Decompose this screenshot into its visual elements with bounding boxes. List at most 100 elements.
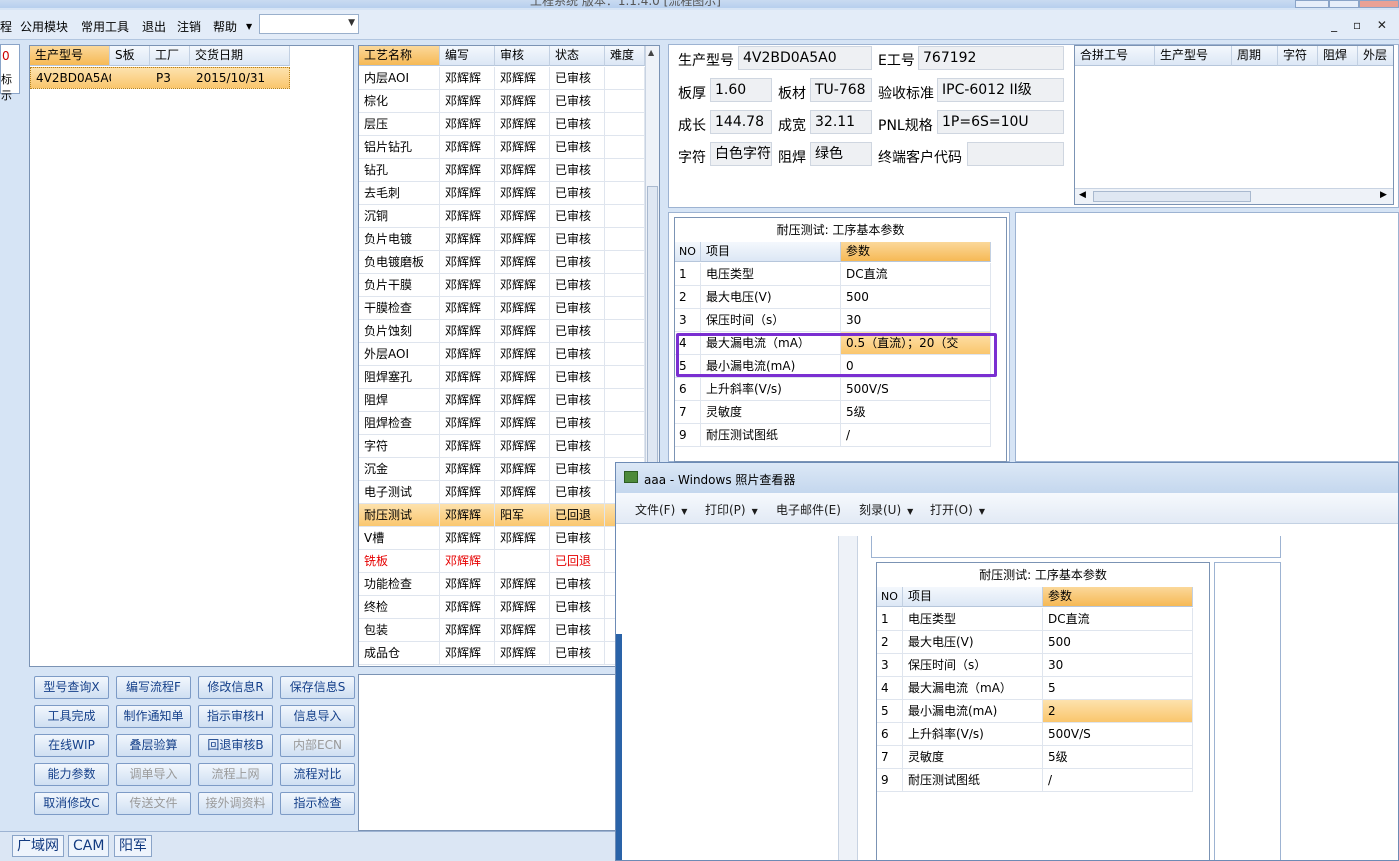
viewer-menu-burn[interactable]: 刻录(U) ▼: [859, 501, 913, 518]
action-button-14[interactable]: 流程上网: [198, 763, 273, 786]
status-tab-cam[interactable]: CAM: [68, 835, 110, 857]
action-button-9[interactable]: 叠层验算: [116, 734, 191, 757]
table-row[interactable]: 4 最大漏电流（mA） 5: [877, 677, 1193, 700]
param-header-no[interactable]: NO: [675, 242, 701, 262]
table-row[interactable]: 层压 邓辉辉 邓辉辉 已审核: [359, 113, 645, 136]
merge-header-outer[interactable]: 外层: [1358, 46, 1393, 66]
action-button-15[interactable]: 流程对比: [280, 763, 355, 786]
table-row[interactable]: 铝片钻孔 邓辉辉 邓辉辉 已审核: [359, 136, 645, 159]
status-tab-user[interactable]: 阳军: [114, 835, 152, 857]
field-model[interactable]: 4V2BD0A5A0: [738, 46, 872, 70]
action-button-11[interactable]: 内部ECN: [280, 734, 355, 757]
field-e-number[interactable]: 767192: [918, 46, 1064, 70]
field-silk[interactable]: 白色字符: [710, 142, 772, 166]
table-row[interactable]: 2 最大电压(V) 500: [675, 286, 991, 309]
merge-header-cycle[interactable]: 周期: [1232, 46, 1278, 66]
merge-header-silk[interactable]: 字符: [1278, 46, 1318, 66]
table-row[interactable]: 包装 邓辉辉 邓辉辉 已审核: [359, 619, 645, 642]
viewer-menu-email[interactable]: 电子邮件(E): [776, 501, 841, 518]
viewer-title-bar[interactable]: aaa - Windows 照片查看器: [616, 463, 1398, 493]
table-row[interactable]: 7 灵敏度 5级: [877, 746, 1193, 769]
merge-header-job[interactable]: 合拼工号: [1075, 46, 1155, 66]
field-mask[interactable]: 绿色: [810, 142, 872, 166]
action-button-3[interactable]: 保存信息S: [280, 676, 355, 699]
table-row[interactable]: 5 最小漏电流(mA) 2: [877, 700, 1193, 723]
table-row[interactable]: 3 保压时间（s） 30: [675, 309, 991, 332]
field-pnl[interactable]: 1P=6S=10U: [937, 110, 1064, 134]
action-button-2[interactable]: 修改信息R: [198, 676, 273, 699]
table-row[interactable]: 9 耐压测试图纸 /: [877, 769, 1193, 792]
menu-item-common-tools[interactable]: 常用工具: [81, 18, 129, 35]
viewer-image-area[interactable]: 耐压测试: 工序基本参数 NO 项目 参数 1 电压类型 DC直流 2 最大电压(V) 5…: [616, 524, 1398, 860]
order-header-factory[interactable]: 工厂: [150, 46, 190, 66]
table-row[interactable]: 字符 邓辉辉 邓辉辉 已审核: [359, 435, 645, 458]
table-row[interactable]: 干膜检查 邓辉辉 邓辉辉 已审核: [359, 297, 645, 320]
menu-item-public-module[interactable]: 公用模块: [20, 18, 68, 35]
action-button-17[interactable]: 传送文件: [116, 792, 191, 815]
action-button-10[interactable]: 回退审核B: [198, 734, 273, 757]
table-row[interactable]: 负片干膜 邓辉辉 邓辉辉 已审核: [359, 274, 645, 297]
merge-hscrollbar[interactable]: ◀ ▶: [1075, 188, 1393, 204]
table-row[interactable]: 耐压测试 邓辉辉 阳军 已回退: [359, 504, 645, 527]
field-length[interactable]: 144.78: [710, 110, 772, 134]
action-button-16[interactable]: 取消修改C: [34, 792, 109, 815]
field-width[interactable]: 32.11: [810, 110, 872, 134]
action-button-18[interactable]: 接外调资料: [198, 792, 273, 815]
table-row[interactable]: 棕化 邓辉辉 邓辉辉 已审核: [359, 90, 645, 113]
process-header-name[interactable]: 工艺名称: [359, 46, 440, 66]
order-header-model[interactable]: 生产型号: [30, 46, 110, 66]
menu-dropdown-icon[interactable]: ▼: [246, 22, 252, 31]
action-button-0[interactable]: 型号查询X: [34, 676, 109, 699]
table-row[interactable]: 功能检查 邓辉辉 邓辉辉 已审核: [359, 573, 645, 596]
action-button-12[interactable]: 能力参数: [34, 763, 109, 786]
order-header-s[interactable]: S板: [110, 46, 150, 66]
merge-header-mask[interactable]: 阻焊: [1318, 46, 1358, 66]
status-tab-wan[interactable]: 广域网: [12, 835, 64, 857]
table-row[interactable]: 电子测试 邓辉辉 邓辉辉 已审核: [359, 481, 645, 504]
param-header-item[interactable]: 项目: [701, 242, 841, 262]
process-header-status[interactable]: 状态: [550, 46, 605, 66]
table-row[interactable]: 阻焊塞孔 邓辉辉 邓辉辉 已审核: [359, 366, 645, 389]
field-thickness[interactable]: 1.60: [710, 78, 772, 102]
process-header-reviewer[interactable]: 审核: [495, 46, 550, 66]
scroll-right-icon[interactable]: ▶: [1380, 190, 1387, 200]
menu-item-help[interactable]: 帮助: [213, 18, 237, 35]
table-row[interactable]: 6 上升斜率(V/s) 500V/S: [675, 378, 991, 401]
table-row[interactable]: 负电镀磨板 邓辉辉 邓辉辉 已审核: [359, 251, 645, 274]
action-button-6[interactable]: 指示审核H: [198, 705, 273, 728]
process-header-writer[interactable]: 编写: [440, 46, 495, 66]
scrollbar-thumb[interactable]: [1093, 191, 1251, 202]
table-row[interactable]: 负片电镀 邓辉辉 邓辉辉 已审核: [359, 228, 645, 251]
scroll-up-icon[interactable]: ▲: [648, 48, 654, 57]
action-button-7[interactable]: 信息导入: [280, 705, 355, 728]
table-row[interactable]: 阻焊 邓辉辉 邓辉辉 已审核: [359, 389, 645, 412]
table-row[interactable]: 1 电压类型 DC直流: [675, 263, 991, 286]
action-button-8[interactable]: 在线WIP: [34, 734, 109, 757]
action-button-1[interactable]: 编写流程F: [116, 676, 191, 699]
table-row[interactable]: 7 灵敏度 5级: [675, 401, 991, 424]
action-button-4[interactable]: 工具完成: [34, 705, 109, 728]
process-header-difficulty[interactable]: 难度: [605, 46, 645, 66]
merge-header-model[interactable]: 生产型号: [1155, 46, 1232, 66]
action-button-5[interactable]: 制作通知单: [116, 705, 191, 728]
field-standard[interactable]: IPC-6012 II级: [937, 78, 1064, 102]
menu-combo-box[interactable]: ▼: [259, 14, 359, 34]
table-row[interactable]: V槽 邓辉辉 邓辉辉 已审核: [359, 527, 645, 550]
table-row[interactable]: 去毛刺 邓辉辉 邓辉辉 已审核: [359, 182, 645, 205]
field-material[interactable]: TU-768: [810, 78, 872, 102]
action-button-13[interactable]: 调单导入: [116, 763, 191, 786]
param-header-value[interactable]: 参数: [841, 242, 991, 262]
table-row[interactable]: 终检 邓辉辉 邓辉辉 已审核: [359, 596, 645, 619]
left-strip-panel[interactable]: 0 标示: [0, 44, 20, 102]
table-row[interactable]: 成品仓 邓辉辉 邓辉辉 已审核: [359, 642, 645, 665]
table-row[interactable]: 沉铜 邓辉辉 邓辉辉 已审核: [359, 205, 645, 228]
minimize-button[interactable]: [1295, 0, 1329, 8]
field-customer[interactable]: [967, 142, 1064, 166]
table-row[interactable]: 2 最大电压(V) 500: [877, 631, 1193, 654]
viewer-menu-open[interactable]: 打开(O) ▼: [930, 501, 985, 518]
table-row[interactable]: 4V2BD0A5A0 P3 2015/10/31: [30, 67, 290, 89]
close-button[interactable]: [1359, 0, 1399, 8]
table-row[interactable]: 阻焊检查 邓辉辉 邓辉辉 已审核: [359, 412, 645, 435]
menu-item-exit[interactable]: 退出: [142, 18, 166, 35]
action-button-19[interactable]: 指示检查: [280, 792, 355, 815]
